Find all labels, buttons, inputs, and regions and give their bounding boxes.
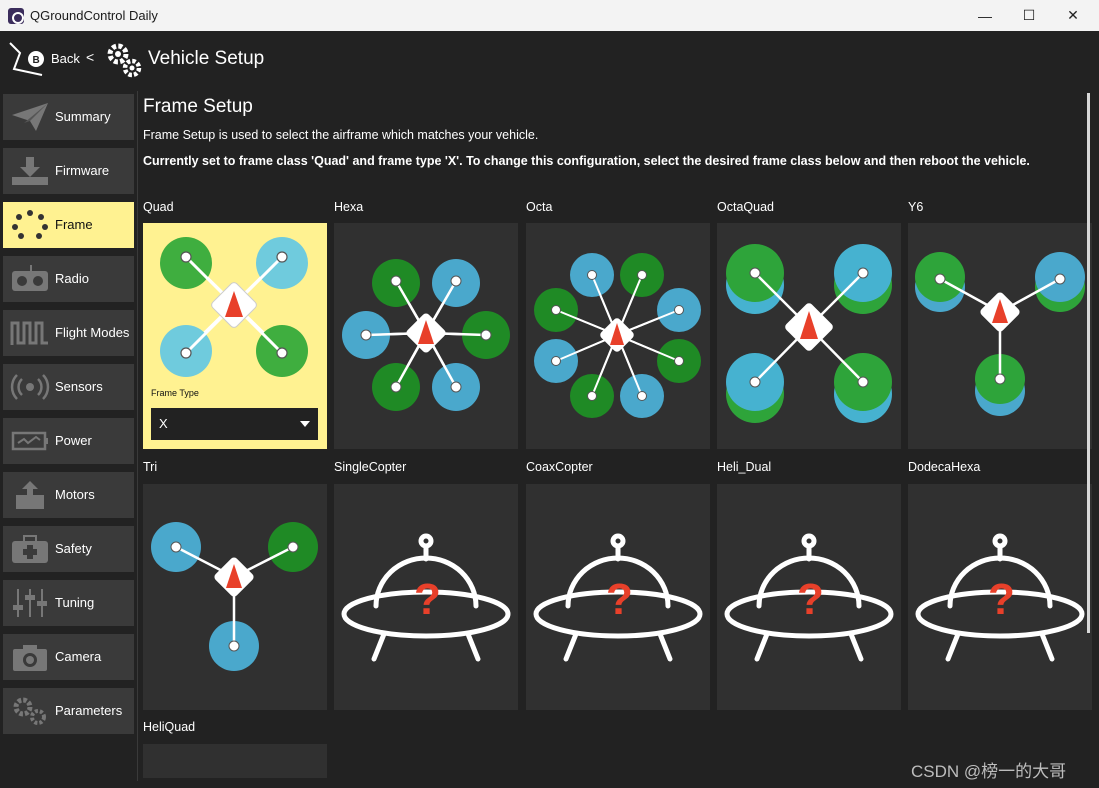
svg-text:?: ? bbox=[414, 575, 441, 624]
app-logo-icon bbox=[8, 8, 24, 24]
frame-label-octaquad: OctaQuad bbox=[717, 200, 774, 214]
sidebar-item-label: Tuning bbox=[55, 595, 95, 610]
frame-label-y6: Y6 bbox=[908, 200, 924, 214]
minimize-button[interactable]: — bbox=[962, 0, 1008, 31]
frame-label-singlecopter: SingleCopter bbox=[334, 460, 407, 474]
unknown-frame-icon: ? bbox=[533, 533, 703, 662]
sidebar-item-label: Radio bbox=[55, 271, 89, 286]
sidebar-item-camera[interactable]: Camera bbox=[3, 634, 134, 680]
paper-plane-icon bbox=[12, 103, 48, 131]
sidebar-item-firmware[interactable]: Firmware bbox=[3, 148, 134, 194]
gears-icon bbox=[107, 43, 142, 78]
frame-card-dodecahexa[interactable]: ? bbox=[908, 484, 1092, 710]
window-titlebar: QGroundControl Daily — ☐ ✕ bbox=[0, 0, 1099, 31]
watermark: CSDN @榜一的大哥 bbox=[911, 762, 1067, 781]
sidebar-item-flight-modes[interactable]: Flight Modes bbox=[3, 310, 134, 356]
close-button[interactable]: ✕ bbox=[1050, 0, 1096, 31]
unknown-frame-icon: ? bbox=[341, 533, 511, 662]
svg-text:?: ? bbox=[797, 575, 824, 624]
frame-label-dodecahexa: DodecaHexa bbox=[908, 460, 981, 474]
y6-frame-icon bbox=[915, 252, 1085, 416]
svg-text:?: ? bbox=[606, 575, 633, 624]
sidebar-item-label: Power bbox=[55, 433, 92, 448]
section-title: Frame Setup bbox=[143, 96, 253, 117]
sidebar-item-motors[interactable]: Motors bbox=[3, 472, 134, 518]
frame-card-singlecopter[interactable]: ? bbox=[334, 484, 518, 710]
sidebar-item-label: Motors bbox=[55, 487, 95, 502]
back-icon[interactable]: B bbox=[6, 39, 46, 79]
frame-label-hexa: Hexa bbox=[334, 200, 364, 214]
sidebar-item-frame[interactable]: Frame bbox=[3, 202, 134, 248]
window-title: QGroundControl Daily bbox=[30, 8, 158, 23]
frame-card-octa[interactable] bbox=[526, 223, 710, 449]
sidebar-item-label: Flight Modes bbox=[55, 325, 130, 340]
frame-label-tri: Tri bbox=[143, 460, 158, 474]
frame-type-value: X bbox=[159, 416, 168, 431]
sidebar-item-label: Parameters bbox=[55, 703, 123, 718]
download-icon bbox=[12, 157, 48, 185]
sidebar-item-label: Sensors bbox=[55, 379, 103, 394]
frame-label-heliquad: HeliQuad bbox=[143, 720, 196, 734]
frame-type-label: Frame Type bbox=[151, 388, 199, 398]
svg-text:?: ? bbox=[988, 575, 1015, 624]
sidebar-item-summary[interactable]: Summary bbox=[3, 94, 134, 140]
first-aid-icon bbox=[12, 535, 48, 563]
frame-label-heli-dual: Heli_Dual bbox=[717, 460, 772, 474]
sidebar-item-label: Firmware bbox=[55, 163, 110, 178]
frame-label-octa: Octa bbox=[526, 200, 553, 214]
sliders-icon bbox=[13, 589, 47, 617]
sidebar-item-tuning[interactable]: Tuning bbox=[3, 580, 134, 626]
unknown-frame-icon: ? bbox=[724, 533, 894, 662]
unknown-frame-icon: ? bbox=[915, 533, 1085, 662]
frame-label-quad: Quad bbox=[143, 200, 174, 214]
sidebar-item-label: Frame bbox=[55, 217, 93, 232]
frame-card-heli-dual[interactable]: ? bbox=[717, 484, 901, 710]
battery-icon bbox=[11, 431, 48, 451]
sidebar-item-parameters[interactable]: Parameters bbox=[3, 688, 134, 734]
frame-card-y6[interactable] bbox=[908, 223, 1092, 449]
tri-frame-icon bbox=[151, 522, 318, 671]
frame-card-heliquad[interactable] bbox=[143, 744, 327, 778]
frame-type-select[interactable]: X bbox=[151, 408, 318, 440]
sidebar-divider bbox=[137, 91, 138, 781]
motor-icon bbox=[16, 481, 44, 509]
sidebar: Summary Firmware Frame Radio Flight Mode… bbox=[0, 91, 138, 788]
frame-label-coaxcopter: CoaxCopter bbox=[526, 460, 593, 474]
frame-card-quad[interactable]: Frame Type X bbox=[143, 223, 327, 449]
sidebar-item-label: Summary bbox=[55, 109, 111, 124]
hexa-frame-icon bbox=[342, 259, 510, 411]
octa-frame-icon bbox=[534, 253, 701, 418]
chevron-down-icon bbox=[300, 421, 310, 427]
sidebar-item-label: Camera bbox=[55, 649, 102, 664]
wave-icon bbox=[10, 321, 48, 345]
gears-icon bbox=[13, 697, 46, 725]
scrollbar[interactable] bbox=[1087, 93, 1090, 633]
svg-text:B: B bbox=[33, 55, 40, 66]
camera-icon bbox=[13, 645, 47, 671]
frame-card-octaquad[interactable] bbox=[717, 223, 901, 449]
octaquad-frame-icon bbox=[726, 244, 892, 423]
back-button[interactable]: Back bbox=[51, 51, 80, 66]
sidebar-item-power[interactable]: Power bbox=[3, 418, 134, 464]
sensors-icon bbox=[10, 374, 50, 400]
section-description: Frame Setup is used to select the airfra… bbox=[143, 128, 539, 142]
sidebar-item-label: Safety bbox=[55, 541, 92, 556]
frame-card-tri[interactable] bbox=[143, 484, 327, 710]
toolbar: B Back < Vehicle Setup bbox=[0, 31, 1099, 87]
current-frame-info: Currently set to frame class 'Quad' and … bbox=[143, 154, 1030, 168]
sidebar-item-radio[interactable]: Radio bbox=[3, 256, 134, 302]
frame-card-coaxcopter[interactable]: ? bbox=[526, 484, 710, 710]
frame-card-hexa[interactable] bbox=[334, 223, 518, 449]
radio-icon bbox=[12, 265, 48, 291]
sidebar-item-sensors[interactable]: Sensors bbox=[3, 364, 134, 410]
frame-dots-icon bbox=[12, 210, 48, 239]
sidebar-item-safety[interactable]: Safety bbox=[3, 526, 134, 572]
page-title: Vehicle Setup bbox=[148, 48, 265, 69]
maximize-button[interactable]: ☐ bbox=[1006, 0, 1052, 31]
breadcrumb-separator: < bbox=[86, 49, 95, 65]
